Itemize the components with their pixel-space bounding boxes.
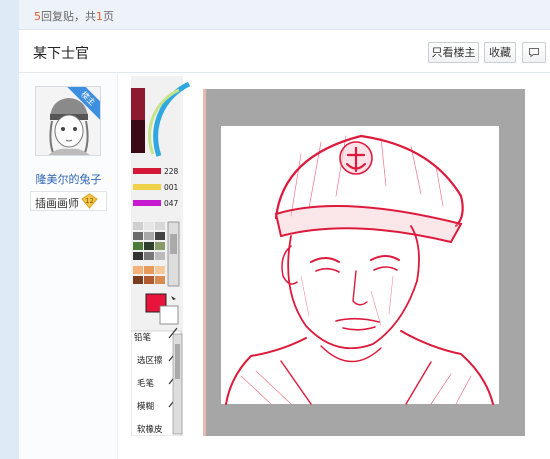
green-slider[interactable] [133,184,161,190]
brush-soft-eraser[interactable]: 软橡皮 [137,424,163,435]
reply-count-bar: 5回复贴，共1页 [19,0,550,30]
level-badge-icon: 12 [81,193,98,209]
author-name[interactable]: 隆美尔的兔子 [19,171,118,187]
thread-page: 5回复贴，共1页 某下士官 只看楼主 收藏 楼主 隆美尔的兔子 插画画师 12 … [19,0,550,459]
reply-count-text: 5回复贴，共1页 [34,10,114,23]
brush-blur[interactable]: 模糊 [137,401,154,412]
svg-text:12: 12 [85,197,94,205]
author-column: 楼主 隆美尔的兔子 插画画师 12 [19,74,118,459]
favorite-button[interactable]: 收藏 [484,42,516,63]
thread-title: 某下士官 [33,46,89,62]
red-slider[interactable] [133,168,161,174]
avatar[interactable]: 楼主 [35,86,101,156]
comment-icon [529,48,539,58]
author-title-badge: 插画画师 12 [30,191,107,211]
blue-value: 047 [164,199,179,208]
reply-button[interactable] [522,42,546,63]
thread-title-bar: 某下士官 只看楼主 收藏 [19,30,550,73]
brush-selection-eraser[interactable]: 选区擦 [137,355,163,366]
left-rail [0,0,19,459]
post-image[interactable]: 228 001 047 铅笔 选区擦 毛笔 模糊 软橡皮 [131,76,531,436]
background-color-icon[interactable] [159,305,179,325]
only-op-button[interactable]: 只看楼主 [428,42,479,63]
brush-pencil[interactable]: 铅笔 [134,332,152,343]
brush-ink[interactable]: 毛笔 [137,378,155,389]
paint-tool-panel: 228 001 047 铅笔 选区擦 毛笔 模糊 软橡皮 [131,76,191,436]
blue-slider[interactable] [133,200,161,206]
green-value: 001 [164,183,179,192]
drawing-canvas[interactable] [203,89,525,436]
author-title-label: 插画画师 [35,197,79,210]
red-value: 228 [164,167,179,176]
